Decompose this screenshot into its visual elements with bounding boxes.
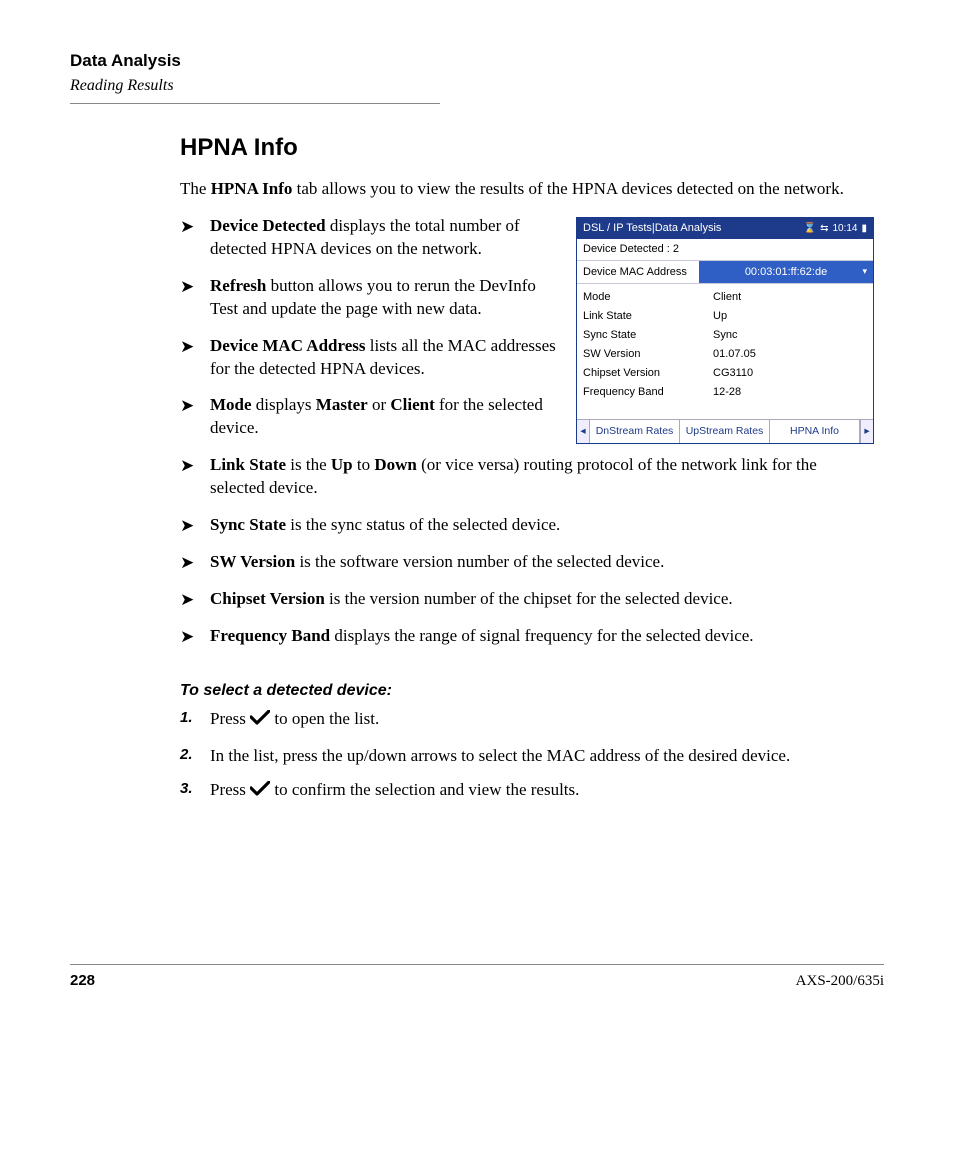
page-number: 228 [70,971,95,991]
header-title: Data Analysis [70,50,884,73]
feature-list-item: Device Detected displays the total numbe… [180,215,874,261]
page-footer: 228 AXS-200/635i [70,964,884,991]
procedure-step: Press to open the list. [180,708,874,733]
feature-list-item: SW Version is the software version numbe… [180,551,874,574]
feature-list-item: Mode displays Master or Client for the s… [180,394,874,440]
section-heading: HPNA Info [180,132,874,164]
checkmark-icon [250,781,270,804]
procedure-step: In the list, press the up/down arrows to… [180,745,874,768]
header-subtitle: Reading Results [70,75,884,97]
feature-list-item: Sync State is the sync status of the sel… [180,514,874,537]
checkmark-icon [250,710,270,733]
feature-list-item: Chipset Version is the version number of… [180,588,874,611]
procedure-step: Press to confirm the selection and view … [180,779,874,804]
page-header: Data Analysis Reading Results [70,50,884,104]
header-rule [70,103,440,104]
feature-list-item: Link State is the Up to Down (or vice ve… [180,454,874,500]
feature-list-item: Frequency Band displays the range of sig… [180,625,874,648]
procedure-steps: Press to open the list. In the list, pres… [180,708,874,805]
intro-paragraph: The HPNA Info tab allows you to view the… [180,178,874,201]
product-model: AXS-200/635i [796,971,884,991]
content-area: HPNA Info The HPNA Info tab allows you t… [180,132,874,805]
feature-list-item: Device MAC Address lists all the MAC add… [180,335,874,381]
feature-list-item: Refresh button allows you to rerun the D… [180,275,874,321]
procedure-heading: To select a detected device: [180,680,874,702]
feature-list: Device Detected displays the total numbe… [180,215,874,648]
